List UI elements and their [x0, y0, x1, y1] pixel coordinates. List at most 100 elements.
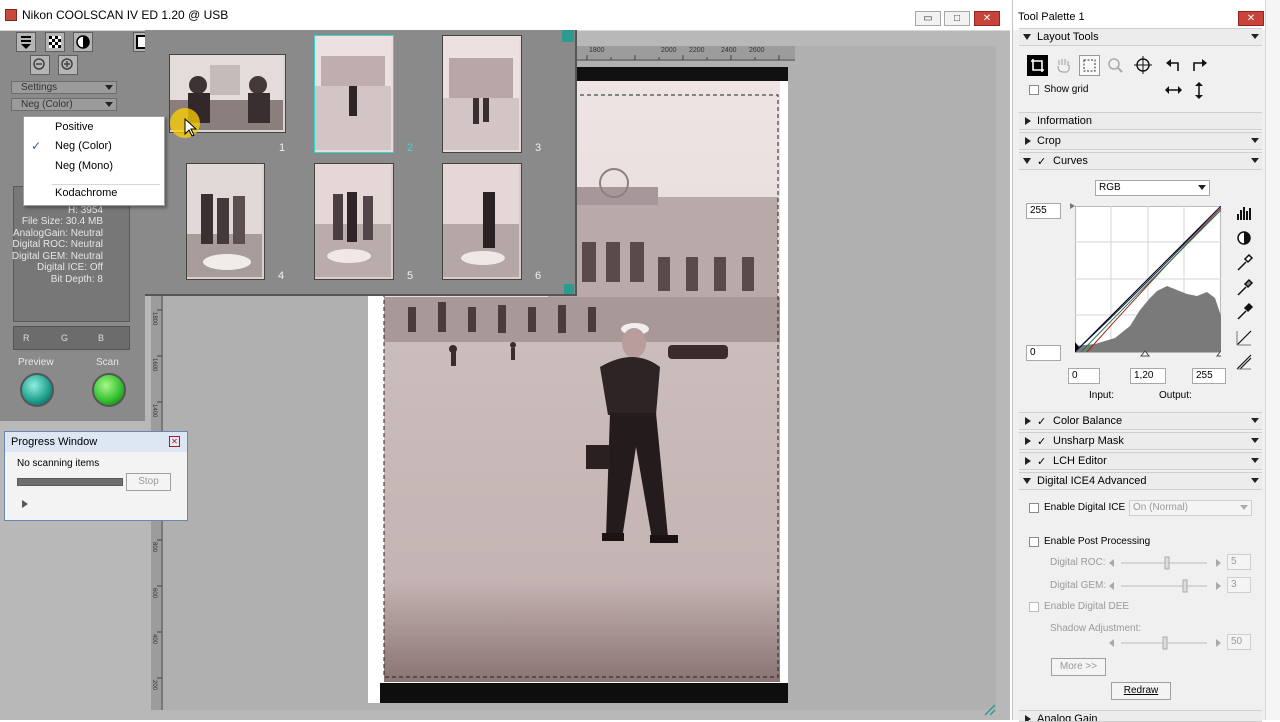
gray-point-eyedropper-icon[interactable]	[1234, 278, 1254, 298]
section-menu-icon[interactable]	[1251, 478, 1259, 483]
digital-gem-slider[interactable]	[1107, 578, 1223, 594]
rotate-left-icon[interactable]	[1163, 55, 1184, 76]
contrast-button[interactable]	[73, 32, 93, 52]
film-type-dropdown[interactable]: Neg (Color)	[11, 98, 117, 111]
scan-label: Scan	[96, 357, 119, 368]
expand-triangle-icon[interactable]	[21, 499, 29, 509]
section-information[interactable]: Information	[1019, 112, 1262, 130]
scan-button[interactable]	[92, 373, 126, 407]
white-point-eyedropper-icon[interactable]	[1234, 253, 1254, 273]
thumbnail-frame-5[interactable]	[314, 163, 394, 280]
show-grid-label: Show grid	[1044, 84, 1089, 95]
zoom-out-button[interactable]	[30, 55, 50, 75]
ruler-top-label: 2400	[721, 47, 737, 54]
maximize-button[interactable]: □	[944, 11, 970, 26]
minimize-button[interactable]: ▭	[915, 11, 941, 26]
enable-dee-checkbox[interactable]	[1029, 602, 1039, 612]
chevron-down-icon	[1198, 185, 1206, 190]
curve-linear-icon[interactable]	[1234, 328, 1254, 348]
info-digital-ice: Digital ICE: Off	[37, 262, 103, 273]
section-layout-tools[interactable]: Layout Tools	[1019, 28, 1262, 46]
close-button[interactable]: ✕	[974, 11, 1000, 26]
section-unsharp-mask[interactable]: ✓ Unsharp Mask	[1019, 432, 1262, 450]
menu-item-kodachrome[interactable]: Kodachrome	[55, 187, 117, 199]
curves-channel-select[interactable]: RGB	[1095, 180, 1210, 196]
section-menu-icon[interactable]	[1251, 34, 1259, 39]
grain-button[interactable]	[45, 32, 65, 52]
section-menu-icon[interactable]	[1251, 138, 1259, 143]
check-mark-icon[interactable]: ✓	[1037, 435, 1046, 448]
thumbnail-resize-icon[interactable]	[564, 284, 574, 294]
progress-close-icon[interactable]: ✕	[169, 436, 180, 447]
more-button[interactable]: More >>	[1051, 658, 1106, 676]
menu-item-neg-color[interactable]: Neg (Color)	[55, 140, 112, 152]
contrast-icon[interactable]	[1234, 228, 1254, 248]
section-analog-gain[interactable]: Analog Gain	[1019, 710, 1262, 722]
preview-button[interactable]	[20, 373, 54, 407]
focus-point-icon[interactable]	[1133, 55, 1154, 76]
thumbnail-panel-collapse-icon[interactable]	[562, 30, 574, 42]
shadow-adjustment-slider[interactable]	[1107, 635, 1223, 651]
check-icon: ✓	[31, 139, 42, 153]
tool-palette-titlebar: Tool Palette 1 ✕	[1013, 0, 1265, 30]
redraw-button[interactable]: Redraw	[1111, 682, 1171, 700]
menu-item-neg-mono[interactable]: Neg (Mono)	[55, 160, 113, 172]
section-lch-editor[interactable]: ✓ LCH Editor	[1019, 452, 1262, 470]
shadow-adjustment-value[interactable]: 50	[1227, 634, 1251, 650]
curves-gamma-field[interactable]: 1,20	[1130, 368, 1166, 384]
curves-input-min-field[interactable]: 0	[1068, 368, 1100, 384]
ice-mode-select[interactable]: On (Normal)	[1129, 500, 1252, 516]
zoom-in-button[interactable]	[58, 55, 78, 75]
thumbnail-frame-6[interactable]	[442, 163, 522, 280]
flip-horizontal-icon[interactable]	[1163, 80, 1184, 101]
chevron-right-icon	[1025, 137, 1031, 145]
curves-output-min-field[interactable]: 0	[1026, 345, 1061, 361]
window-title: Nikon COOLSCAN IV ED 1.20 @ USB	[22, 8, 229, 22]
curves-graph[interactable]	[1075, 206, 1221, 358]
progress-bar	[17, 478, 123, 486]
rotate-right-icon[interactable]	[1189, 55, 1210, 76]
digital-roc-slider[interactable]	[1107, 555, 1223, 571]
select-tool-icon[interactable]	[1079, 55, 1100, 76]
hand-tool-icon[interactable]	[1053, 55, 1074, 76]
chevron-down-icon	[1023, 34, 1031, 40]
crop-tool-icon[interactable]	[1027, 55, 1048, 76]
resize-grip-icon[interactable]	[982, 702, 996, 716]
thumbnail-frame-2[interactable]	[314, 35, 394, 153]
ruler-left-label: 800	[151, 542, 157, 553]
film-adapter-button[interactable]	[16, 32, 36, 52]
flip-vertical-icon[interactable]	[1189, 80, 1210, 101]
digital-gem-value[interactable]: 3	[1227, 577, 1251, 593]
zoom-tool-icon[interactable]	[1105, 55, 1126, 76]
curves-input-max-field[interactable]: 255	[1192, 368, 1226, 384]
thumbnail-photo	[443, 164, 519, 277]
enable-ice-checkbox[interactable]	[1029, 503, 1039, 513]
section-menu-icon[interactable]	[1251, 458, 1259, 463]
thumbnail-frame-4[interactable]	[186, 163, 265, 280]
hist-label-g: G	[61, 333, 69, 343]
info-bit-depth: Bit Depth: 8	[50, 274, 103, 285]
black-point-eyedropper-icon[interactable]	[1234, 302, 1254, 322]
menu-item-positive[interactable]: Positive	[55, 121, 94, 133]
section-crop[interactable]: Crop	[1019, 132, 1262, 150]
show-grid-checkbox[interactable]	[1029, 85, 1039, 95]
section-menu-icon[interactable]	[1251, 418, 1259, 423]
stop-button[interactable]: Stop	[126, 473, 171, 491]
settings-dropdown[interactable]: Settings	[11, 81, 117, 94]
section-curves[interactable]: ✓ Curves	[1019, 152, 1262, 170]
section-digital-ice[interactable]: Digital ICE4 Advanced	[1019, 472, 1262, 490]
section-color-balance[interactable]: ✓ Color Balance	[1019, 412, 1262, 430]
section-menu-icon[interactable]	[1251, 158, 1259, 163]
curves-output-max-field[interactable]: 255	[1026, 203, 1061, 219]
thumbnail-frame-3[interactable]	[442, 35, 522, 153]
tool-palette-close-button[interactable]: ✕	[1238, 11, 1264, 26]
digital-roc-value[interactable]: 5	[1227, 554, 1251, 570]
curve-reset-icon[interactable]	[1234, 352, 1254, 372]
scan-info-box: H: 3954 File Size: 30.4 MB AnalogGain: N…	[12, 186, 130, 322]
auto-contrast-icon[interactable]	[1234, 202, 1254, 222]
check-mark-icon[interactable]: ✓	[1037, 455, 1046, 468]
check-mark-icon[interactable]: ✓	[1037, 415, 1046, 428]
section-menu-icon[interactable]	[1251, 438, 1259, 443]
check-mark-icon[interactable]: ✓	[1037, 155, 1046, 168]
enable-post-processing-checkbox[interactable]	[1029, 537, 1039, 547]
